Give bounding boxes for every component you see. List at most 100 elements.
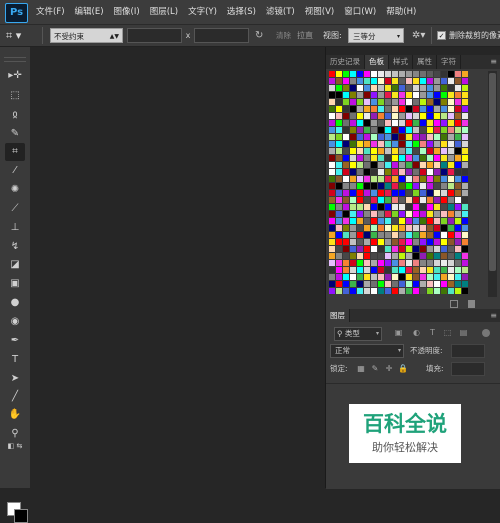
color-swatch[interactable] [455, 155, 461, 161]
color-swatch[interactable] [364, 183, 370, 189]
color-swatch[interactable] [427, 162, 433, 168]
color-swatch[interactable] [343, 176, 349, 182]
color-swatch[interactable] [343, 141, 349, 147]
color-swatch[interactable] [329, 211, 335, 217]
color-swatch[interactable] [385, 141, 391, 147]
spot-healing-tool-icon[interactable]: ✺ [5, 181, 25, 199]
color-swatch[interactable] [329, 218, 335, 224]
color-swatch[interactable] [357, 281, 363, 287]
menu-layer[interactable]: 图层(L) [145, 0, 183, 24]
color-swatch[interactable] [329, 92, 335, 98]
color-swatch[interactable] [357, 288, 363, 294]
color-swatch[interactable] [399, 232, 405, 238]
color-swatch[interactable] [399, 113, 405, 119]
color-swatch[interactable] [427, 78, 433, 84]
color-swatch[interactable] [434, 239, 440, 245]
color-swatch[interactable] [462, 225, 468, 231]
color-swatch[interactable] [413, 120, 419, 126]
color-swatch[interactable] [455, 120, 461, 126]
width-input[interactable] [127, 28, 182, 43]
menu-view[interactable]: 视图(V) [300, 0, 339, 24]
color-swatch[interactable] [343, 106, 349, 112]
color-swatch[interactable] [343, 190, 349, 196]
color-swatch[interactable] [350, 281, 356, 287]
color-swatch[interactable] [371, 197, 377, 203]
color-swatch[interactable] [399, 197, 405, 203]
color-swatch[interactable] [462, 120, 468, 126]
color-swatch[interactable] [420, 211, 426, 217]
color-swatch[interactable] [413, 225, 419, 231]
color-swatch[interactable] [329, 197, 335, 203]
color-swatch[interactable] [455, 253, 461, 259]
color-swatch[interactable] [427, 204, 433, 210]
color-swatch[interactable] [427, 183, 433, 189]
color-swatch[interactable] [406, 232, 412, 238]
color-swatch[interactable] [343, 155, 349, 161]
color-swatch[interactable] [434, 162, 440, 168]
color-swatch[interactable] [378, 183, 384, 189]
color-swatch[interactable] [399, 190, 405, 196]
color-swatch[interactable] [371, 239, 377, 245]
color-swatch[interactable] [350, 141, 356, 147]
straighten-button[interactable]: 拉直 [297, 28, 317, 43]
color-swatch[interactable] [329, 141, 335, 147]
color-swatch[interactable] [462, 267, 468, 273]
color-swatch[interactable] [371, 92, 377, 98]
color-swatch[interactable] [462, 274, 468, 280]
color-swatch[interactable] [350, 176, 356, 182]
color-swatch[interactable] [371, 155, 377, 161]
color-swatch[interactable] [399, 218, 405, 224]
color-swatch[interactable] [378, 134, 384, 140]
color-swatch[interactable] [364, 204, 370, 210]
color-swatch[interactable] [357, 71, 363, 77]
color-swatch[interactable] [336, 225, 342, 231]
color-swatch[interactable] [399, 267, 405, 273]
color-swatch[interactable] [434, 113, 440, 119]
color-swatch[interactable] [371, 127, 377, 133]
color-swatch[interactable] [378, 120, 384, 126]
color-swatch[interactable] [434, 92, 440, 98]
color-swatch[interactable] [455, 218, 461, 224]
color-swatch[interactable] [385, 85, 391, 91]
color-swatch[interactable] [364, 239, 370, 245]
tab-properties[interactable]: 属性 [413, 55, 437, 69]
color-swatch[interactable] [448, 197, 454, 203]
color-swatch[interactable] [343, 274, 349, 280]
color-swatch[interactable] [455, 71, 461, 77]
color-swatch[interactable] [413, 267, 419, 273]
color-swatch[interactable] [406, 113, 412, 119]
panel-menu-icon[interactable]: ≡ [490, 309, 497, 322]
color-swatch[interactable] [371, 169, 377, 175]
color-swatch[interactable] [420, 99, 426, 105]
color-swatch[interactable] [350, 78, 356, 84]
color-swatch[interactable] [399, 204, 405, 210]
color-swatch[interactable] [427, 239, 433, 245]
color-swatch[interactable] [406, 162, 412, 168]
color-swatch[interactable] [336, 246, 342, 252]
color-swatch[interactable] [427, 211, 433, 217]
color-swatch[interactable] [378, 281, 384, 287]
color-swatch[interactable] [420, 162, 426, 168]
color-swatch[interactable] [357, 176, 363, 182]
color-swatch[interactable] [434, 190, 440, 196]
color-swatch[interactable] [448, 211, 454, 217]
color-swatch[interactable] [329, 134, 335, 140]
color-swatch[interactable] [371, 267, 377, 273]
color-swatch[interactable] [364, 274, 370, 280]
color-swatch[interactable] [413, 71, 419, 77]
color-swatch[interactable] [413, 204, 419, 210]
color-swatch[interactable] [448, 162, 454, 168]
color-swatch[interactable] [329, 155, 335, 161]
color-swatch[interactable] [392, 99, 398, 105]
color-swatch[interactable] [357, 92, 363, 98]
color-swatch[interactable] [448, 267, 454, 273]
color-swatch[interactable] [371, 288, 377, 294]
color-swatch[interactable] [448, 204, 454, 210]
color-swatch[interactable] [420, 134, 426, 140]
color-swatch[interactable] [329, 120, 335, 126]
color-swatch[interactable] [357, 169, 363, 175]
color-swatch[interactable] [392, 246, 398, 252]
panel-menu-icon[interactable]: ≡ [490, 55, 497, 69]
color-swatch[interactable] [336, 113, 342, 119]
color-swatch[interactable] [441, 134, 447, 140]
